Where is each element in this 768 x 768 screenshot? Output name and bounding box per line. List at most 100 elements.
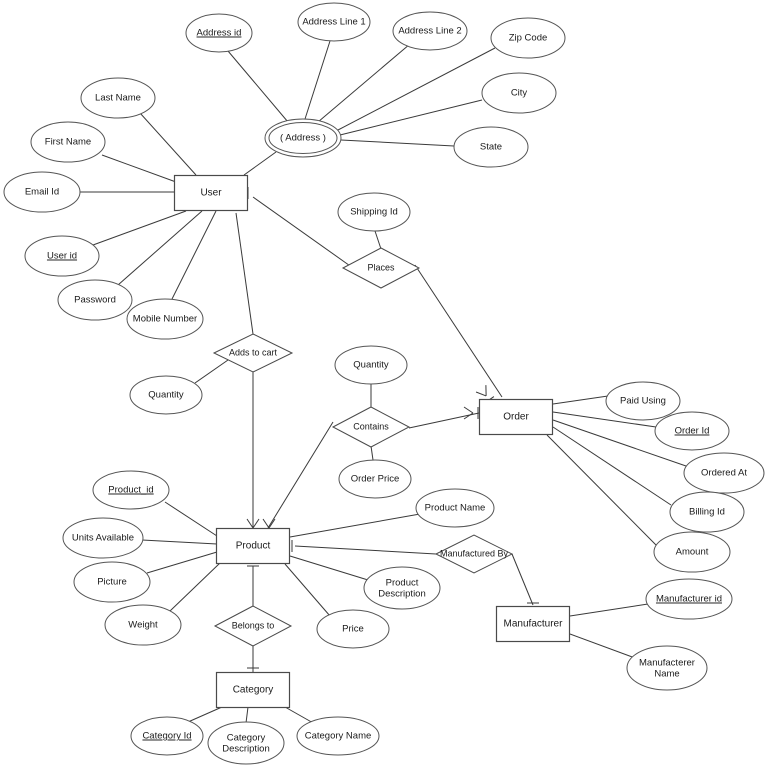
relationship-label-manufactured-by: Manufactured By: [440, 548, 509, 558]
attribute-label-address-line-1: Address Line 1: [302, 17, 365, 28]
attribute-state[interactable]: State: [453, 126, 529, 168]
entity-manufacturer[interactable]: Manufacturer: [495, 605, 571, 643]
attribute-billing-id[interactable]: Billing Id: [669, 491, 745, 533]
attribute-label-city: City: [511, 88, 528, 99]
attribute-weight[interactable]: Weight: [104, 604, 182, 646]
attribute-label-shipping-id: Shipping Id: [350, 207, 398, 218]
attribute-label-address-id: Address id: [197, 28, 242, 39]
connection-line: [289, 513, 421, 538]
relationship-places[interactable]: Places: [341, 247, 421, 289]
connection-line: [317, 43, 411, 123]
attribute-product-name[interactable]: Product Name: [415, 488, 495, 528]
entity-user[interactable]: User: [173, 174, 249, 212]
connection-line: [92, 210, 187, 246]
attribute-units-available[interactable]: Units Available: [62, 517, 144, 559]
connection-line: [169, 562, 221, 612]
entity-category[interactable]: Category: [215, 671, 291, 709]
relationship-adds-to-cart[interactable]: Adds to cart: [212, 333, 294, 373]
attribute-city[interactable]: City: [481, 72, 557, 114]
attribute-label-weight: Weight: [128, 620, 158, 631]
attribute-first-name[interactable]: First Name: [30, 121, 106, 163]
attribute-manufacturer-id[interactable]: Manufacturer id: [645, 578, 733, 620]
connection-line: [304, 40, 331, 120]
entity-label-order: Order: [503, 412, 529, 423]
attribute-order-price[interactable]: Order Price: [338, 459, 412, 499]
relationship-contains[interactable]: Contains: [331, 406, 411, 448]
attribute-address-id[interactable]: Address id: [185, 13, 253, 53]
connection-line: [227, 50, 289, 123]
connection-line: [408, 412, 480, 429]
connection-line: [267, 421, 334, 529]
attribute-user-id[interactable]: User id: [24, 235, 100, 277]
relationship-label-belongs-to: Belongs to: [232, 620, 275, 630]
attribute-price[interactable]: Price: [316, 609, 390, 649]
entity-label-user: User: [200, 188, 222, 199]
connection-line: [252, 196, 354, 269]
connection-line: [294, 545, 437, 555]
attribute-label-amount: Amount: [676, 547, 709, 558]
attribute-amount[interactable]: Amount: [653, 531, 731, 573]
attribute-last-name[interactable]: Last Name: [80, 77, 156, 119]
attribute-category-name[interactable]: Category Name: [296, 716, 380, 756]
attribute-product-id[interactable]: Product_id: [92, 470, 170, 510]
connection-line: [101, 154, 177, 183]
attribute-label-price: Price: [342, 624, 364, 635]
attribute-zip-code[interactable]: Zip Code: [490, 17, 566, 59]
attribute-cart-quantity[interactable]: Quantity: [129, 375, 203, 415]
connection-line: [552, 426, 672, 506]
connection-line: [243, 151, 277, 176]
connection-line: [146, 551, 218, 574]
attribute-password[interactable]: Password: [57, 279, 133, 321]
connection-line: [187, 706, 223, 723]
attribute-label-mobile-number: Mobile Number: [133, 314, 197, 325]
attribute-category-id[interactable]: Category Id: [130, 716, 204, 756]
attribute-label-zip-code: Zip Code: [509, 33, 548, 44]
attribute-label-last-name: Last Name: [95, 93, 141, 104]
attribute-manufacturer-name[interactable]: Manufacterer Name: [626, 645, 708, 691]
attribute-label-contains-quantity: Quantity: [353, 360, 389, 371]
attribute-label-email-id: Email Id: [25, 187, 59, 198]
connection-line: [546, 434, 657, 546]
entity-order[interactable]: Order: [478, 398, 554, 436]
connection-line: [569, 633, 636, 659]
relationship-manufactured-by[interactable]: Manufactured By: [434, 534, 514, 574]
attribute-label-product-id: Product_id: [108, 485, 153, 496]
attribute-contains-quantity[interactable]: Quantity: [334, 345, 408, 385]
connection-line: [370, 445, 374, 461]
attribute-product-description[interactable]: Product Description: [363, 566, 441, 610]
attribute-email-id[interactable]: Email Id: [3, 171, 81, 213]
attribute-paid-using[interactable]: Paid Using: [605, 381, 681, 421]
entity-label-manufacturer: Manufacturer: [504, 619, 564, 630]
attribute-address-line-1[interactable]: Address Line 1: [297, 2, 371, 42]
entity-product[interactable]: Product: [215, 527, 291, 565]
entity-label-category: Category: [233, 685, 274, 696]
relationship-label-places: Places: [367, 262, 395, 272]
relationship-label-adds-to-cart: Adds to cart: [229, 347, 278, 357]
attribute-label-category-description: Category Description: [222, 732, 270, 754]
connection-line: [552, 395, 609, 405]
connection-line: [235, 212, 254, 335]
multivalued-attribute-address[interactable]: ( Address ): [264, 118, 342, 158]
attribute-ordered-at[interactable]: Ordered At: [683, 452, 765, 494]
attribute-label-product-name: Product Name: [425, 503, 486, 514]
connection-line: [414, 264, 503, 398]
connection-line: [289, 555, 369, 581]
attribute-mobile-number[interactable]: Mobile Number: [126, 298, 204, 340]
attribute-category-description[interactable]: Category Description: [207, 721, 285, 765]
attribute-label-category-name: Category Name: [305, 731, 372, 742]
connection-line: [284, 563, 331, 617]
connection-line: [511, 553, 534, 606]
attribute-shipping-id[interactable]: Shipping Id: [337, 192, 411, 232]
attribute-order-id[interactable]: Order Id: [654, 411, 730, 451]
connection-line: [139, 112, 197, 176]
relationship-belongs-to[interactable]: Belongs to: [213, 605, 293, 647]
attribute-label-ordered-at: Ordered At: [701, 468, 747, 479]
attribute-label-billing-id: Billing Id: [689, 507, 725, 518]
attribute-label-password: Password: [74, 295, 116, 306]
cardinality-marker-one-many: [463, 406, 479, 420]
attribute-label-units-available: Units Available: [72, 533, 134, 544]
attribute-picture[interactable]: Picture: [73, 561, 151, 603]
relationship-label-contains: Contains: [353, 421, 389, 431]
attribute-address-line-2[interactable]: Address Line 2: [392, 11, 468, 51]
attribute-label-state: State: [480, 142, 502, 153]
